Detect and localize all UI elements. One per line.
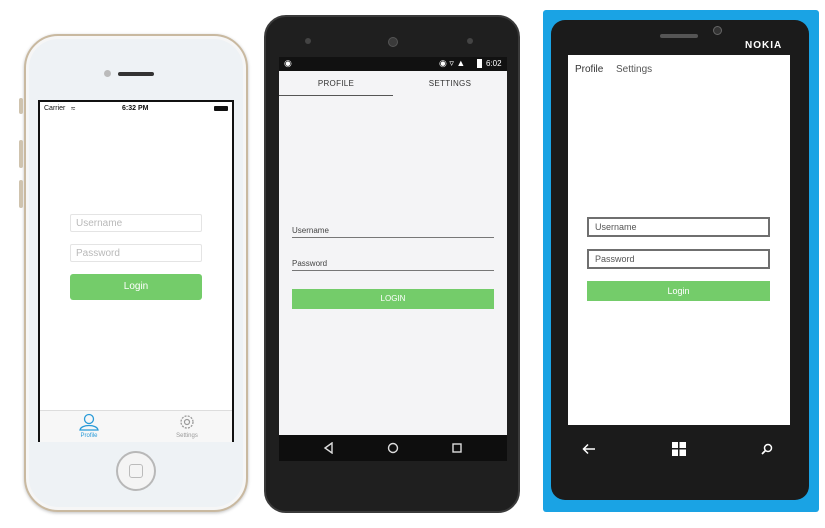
back-icon[interactable]	[323, 442, 335, 454]
lumia-screen: Profile Settings Username Password Login	[568, 55, 790, 425]
login-button[interactable]: Login	[587, 281, 770, 301]
tab-profile[interactable]: Profile	[40, 411, 138, 443]
iphone-camera	[104, 70, 111, 77]
tab-profile[interactable]: PROFILE	[279, 71, 393, 97]
username-field[interactable]: Username	[587, 217, 770, 237]
iphone-speaker	[118, 72, 154, 76]
recents-icon[interactable]	[451, 442, 463, 454]
home-icon[interactable]	[387, 442, 399, 454]
home-square-icon	[129, 464, 143, 478]
android-status-bar: ◉ ◉ ▿ ▲ 6:02	[279, 57, 507, 71]
back-icon[interactable]	[582, 443, 596, 455]
tab-settings-label: SETTINGS	[428, 79, 472, 88]
tab-profile-label: PROFILE	[317, 79, 355, 88]
carrier-label: Carrier	[44, 105, 66, 112]
iphone-volume-up	[19, 140, 23, 168]
battery-icon	[214, 106, 228, 111]
android-sensor	[305, 38, 311, 44]
android-sensor	[467, 38, 473, 44]
tab-settings[interactable]: SETTINGS	[393, 71, 507, 97]
nokia-logo: NOKIA	[745, 40, 783, 51]
tab-profile[interactable]: Profile	[575, 64, 603, 75]
username-field[interactable]: Username	[292, 226, 494, 238]
tab-settings-label: Settings	[176, 433, 198, 439]
password-field[interactable]: Password	[292, 259, 494, 271]
android-nav-bar	[279, 435, 507, 461]
android-front-camera	[388, 37, 398, 47]
tab-indicator	[279, 95, 393, 96]
ios-status-bar: Carrier ≈ 6:32 PM	[40, 102, 232, 116]
tab-settings[interactable]: Settings	[138, 411, 236, 443]
status-time: 6:32 PM	[122, 105, 149, 112]
ios-tab-bar: Profile Settings	[40, 410, 232, 442]
password-field[interactable]: Password	[70, 244, 202, 262]
lumia-speaker	[660, 34, 698, 38]
iphone-mute-switch	[19, 98, 23, 114]
login-button[interactable]: Login	[70, 274, 202, 300]
person-icon	[79, 413, 99, 431]
battery-icon	[477, 59, 482, 68]
tab-settings[interactable]: Settings	[616, 64, 652, 75]
android-notification-icon: ◉	[284, 58, 292, 68]
iphone-screen: Carrier ≈ 6:32 PM Username Password Logi…	[38, 100, 234, 442]
signal-icons: ◉ ▿ ▲	[439, 58, 466, 68]
username-field[interactable]: Username	[70, 214, 202, 232]
gear-icon	[180, 415, 194, 429]
search-icon[interactable]	[761, 443, 773, 455]
windows-start-icon[interactable]	[672, 442, 686, 456]
tab-profile-label: Profile	[80, 433, 98, 439]
login-button[interactable]: LOGIN	[292, 289, 494, 309]
status-time: 6:02	[486, 59, 502, 68]
wifi-icon: ≈	[71, 104, 76, 113]
android-screen: ◉ ◉ ▿ ▲ 6:02 PROFILE SETTINGS Username P…	[279, 57, 507, 461]
iphone-home-button[interactable]	[116, 451, 156, 491]
password-field[interactable]: Password	[587, 249, 770, 269]
lumia-front-camera	[713, 26, 722, 35]
iphone-volume-down	[19, 180, 23, 208]
